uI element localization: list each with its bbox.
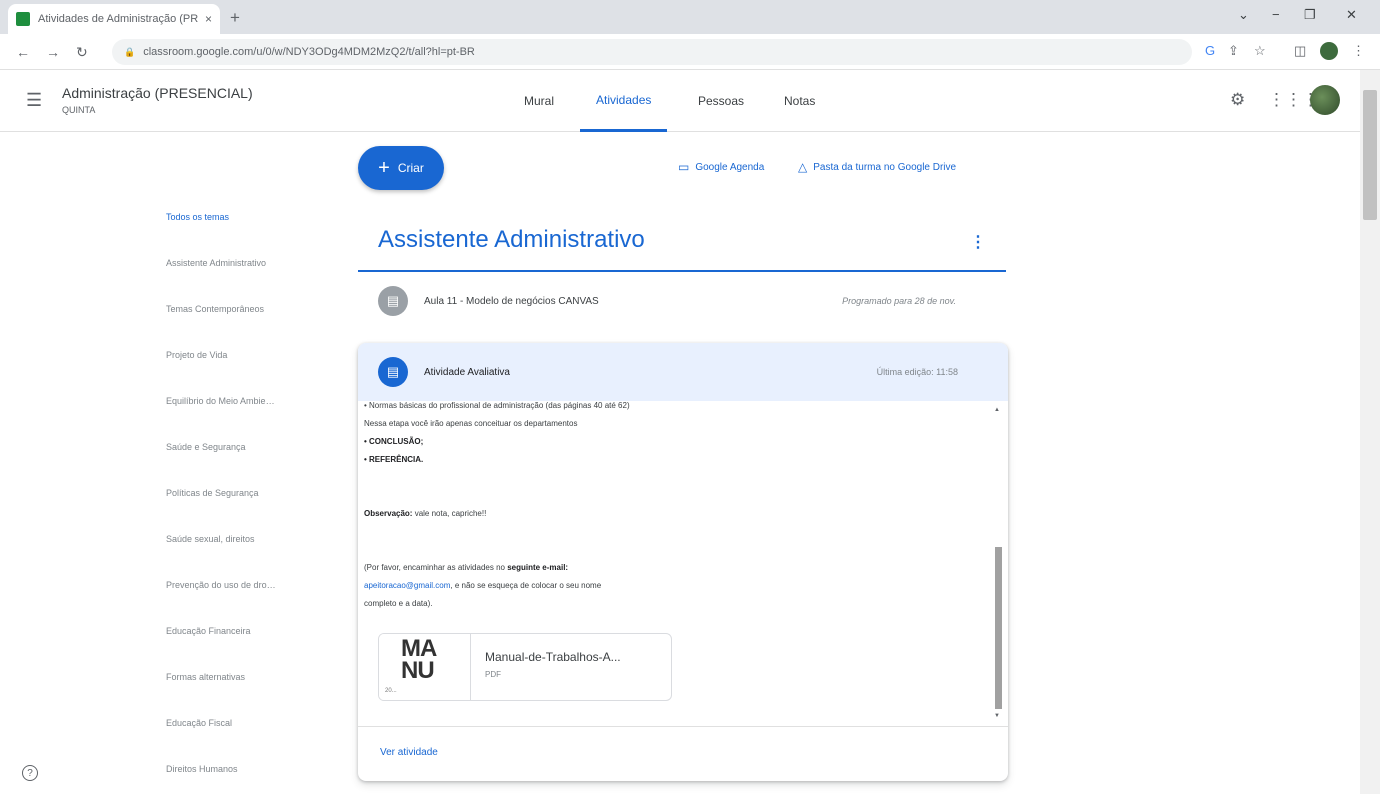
- class-section: QUINTA: [62, 105, 96, 115]
- scroll-down-icon[interactable]: ▼: [994, 713, 1000, 719]
- tab-close-icon[interactable]: ×: [205, 12, 212, 26]
- tab-notas[interactable]: Notas: [768, 70, 831, 132]
- tab-title: Atividades de Administração (PR: [38, 13, 199, 25]
- instruction-bold: seguinte e-mail:: [507, 563, 569, 572]
- create-label: Criar: [397, 161, 424, 175]
- minimize-button[interactable]: −: [1272, 7, 1280, 22]
- share-icon[interactable]: ⇪: [1228, 43, 1239, 59]
- topic-item[interactable]: Temas Contemporâneos: [166, 304, 276, 350]
- topic-title: Assistente Administrativo: [378, 226, 645, 253]
- topic-header: Assistente Administrativo ⋮: [358, 212, 1006, 272]
- assignment-description: • Normas básicas do profissional de admi…: [358, 401, 1008, 727]
- browser-profile-icon[interactable]: [1320, 42, 1338, 60]
- class-name[interactable]: Administração (PRESENCIAL): [62, 85, 253, 101]
- plus-icon: +: [378, 156, 390, 179]
- description-line: • Normas básicas do profissional de admi…: [364, 401, 630, 410]
- sidepanel-icon[interactable]: ◫: [1294, 43, 1306, 59]
- thumbnail-text: MA NU: [401, 635, 436, 684]
- view-assignment-link[interactable]: Ver atividade: [380, 747, 438, 758]
- description-scrollbar[interactable]: ▲ ▼: [992, 401, 1004, 726]
- assignment-title: Atividade Avaliativa: [424, 366, 510, 378]
- topic-item[interactable]: Prevenção do uso de drogas: [166, 580, 276, 626]
- calendar-label: Google Agenda: [695, 161, 765, 173]
- url-text: classroom.google.com/u/0/w/NDY3ODg4MDM2M…: [143, 46, 475, 58]
- new-tab-button[interactable]: +: [230, 8, 240, 28]
- menu-icon[interactable]: ☰: [26, 90, 42, 111]
- page-scrollbar-thumb[interactable]: [1363, 90, 1377, 220]
- topic-item[interactable]: Formas alternativas: [166, 672, 276, 718]
- tab-mural[interactable]: Mural: [508, 70, 570, 132]
- email-link[interactable]: apeitoracao@gmail.com: [364, 581, 450, 590]
- bookmark-star-icon[interactable]: ☆: [1254, 43, 1266, 59]
- attachment-card[interactable]: MA NU 20... Manual-de-Trabalhos-A... PDF: [378, 633, 672, 701]
- description-line: • REFERÊNCIA.: [364, 455, 424, 464]
- maximize-button[interactable]: ❐: [1304, 7, 1316, 23]
- back-icon[interactable]: ←: [16, 44, 30, 60]
- reload-icon[interactable]: ↻: [76, 44, 88, 61]
- observation-text: vale nota, capriche!!: [412, 509, 487, 518]
- browser-toolbar: ← → ↻ 🔒 classroom.google.com/u/0/w/NDY3O…: [0, 34, 1380, 70]
- description-line: Nessa etapa você irão apenas conceituar …: [364, 419, 578, 428]
- item-status: Programado para 28 de nov.: [842, 296, 956, 306]
- topic-item-all[interactable]: Todos os temas: [166, 212, 276, 258]
- instruction-text: (Por favor, encaminhar as atividades no: [364, 563, 508, 572]
- description-line: • CONCLUSÃO;: [364, 437, 424, 446]
- material-icon: ▤: [378, 286, 408, 316]
- topic-item[interactable]: Equilíbrio do Meio Ambiente: [166, 396, 276, 442]
- tab-pessoas[interactable]: Pessoas: [682, 70, 760, 132]
- topic-item[interactable]: Educação Fiscal: [166, 718, 276, 764]
- lock-icon: 🔒: [124, 46, 136, 57]
- drive-label: Pasta da turma no Google Drive: [813, 161, 957, 173]
- topic-item[interactable]: Direitos Humanos: [166, 764, 276, 810]
- browser-tab[interactable]: Atividades de Administração (PR ×: [8, 4, 220, 34]
- topic-list: Todos os temas Assistente Administrativo…: [166, 212, 286, 810]
- drive-folder-link[interactable]: △ Pasta da turma no Google Drive: [798, 160, 956, 174]
- help-icon[interactable]: ?: [22, 765, 38, 781]
- assignment-icon: ▤: [378, 357, 408, 387]
- observation-label: Observação:: [364, 509, 413, 518]
- drive-icon: △: [798, 160, 808, 174]
- google-calendar-link[interactable]: ▭ Google Agenda: [678, 160, 764, 174]
- more-options-icon[interactable]: ⋮: [970, 232, 986, 252]
- gear-icon[interactable]: ⚙: [1230, 90, 1245, 110]
- list-item[interactable]: ▤ Aula 11 - Modelo de negócios CANVAS Pr…: [358, 272, 1006, 330]
- google-icon[interactable]: G: [1205, 43, 1215, 58]
- attachment-type: PDF: [485, 670, 501, 679]
- assignment-status: Última edição: 11:58: [876, 367, 958, 377]
- instruction-text: , e não se esqueça de colocar o seu nome: [450, 581, 602, 590]
- assignment-card-header[interactable]: ▤ Atividade Avaliativa Última edição: 11…: [358, 343, 1008, 401]
- tab-search-button[interactable]: ⌄: [1238, 7, 1249, 23]
- page-scrollbar[interactable]: [1360, 70, 1380, 794]
- browser-tabstrip: Atividades de Administração (PR × + ⌄ − …: [0, 0, 1380, 34]
- topic-item[interactable]: Assistente Administrativo: [166, 258, 276, 304]
- attachment-thumbnail: MA NU 20...: [379, 634, 471, 700]
- forward-icon[interactable]: →: [46, 44, 60, 60]
- calendar-icon: ▭: [678, 160, 690, 174]
- close-window-button[interactable]: ✕: [1346, 7, 1357, 23]
- topic-item[interactable]: Saúde sexual, direitos: [166, 534, 276, 580]
- scroll-up-icon[interactable]: ▲: [994, 407, 1000, 413]
- instruction-text: completo e a data).: [364, 599, 433, 608]
- topic-item[interactable]: Políticas de Segurança: [166, 488, 276, 534]
- item-title: Aula 11 - Modelo de negócios CANVAS: [424, 295, 599, 307]
- topic-item[interactable]: Saúde e Segurança: [166, 442, 276, 488]
- avatar[interactable]: [1310, 85, 1340, 115]
- classroom-header: ☰ Administração (PRESENCIAL) QUINTA Mura…: [0, 70, 1360, 132]
- thumbnail-small-text: 20...: [385, 688, 397, 694]
- address-bar[interactable]: 🔒 classroom.google.com/u/0/w/NDY3ODg4MDM…: [112, 39, 1192, 65]
- browser-menu-icon[interactable]: ⋮: [1352, 43, 1365, 59]
- classroom-favicon-icon: [16, 12, 30, 26]
- tab-atividades[interactable]: Atividades: [580, 70, 668, 132]
- scrollbar-thumb[interactable]: [995, 547, 1002, 709]
- create-button[interactable]: + Criar: [358, 146, 444, 190]
- attachment-name: Manual-de-Trabalhos-A...: [485, 650, 621, 664]
- topic-item[interactable]: Projeto de Vida: [166, 350, 276, 396]
- topic-item[interactable]: Educação Financeira: [166, 626, 276, 672]
- assignment-card: ▤ Atividade Avaliativa Última edição: 11…: [358, 343, 1008, 781]
